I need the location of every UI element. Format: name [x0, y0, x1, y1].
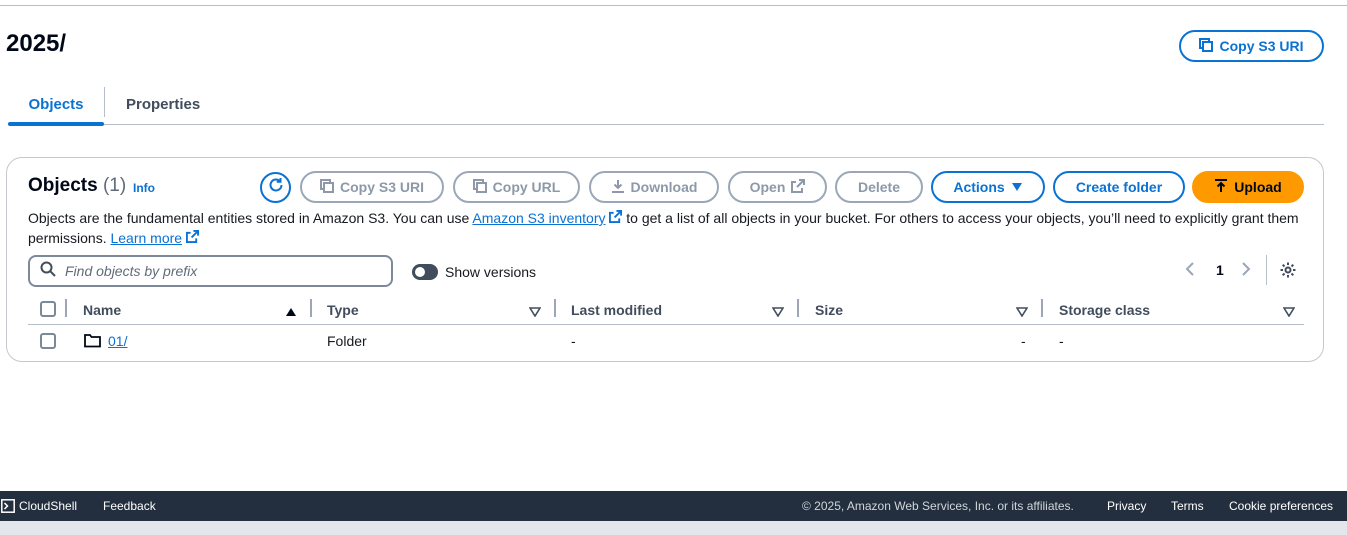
console-footer: CloudShell Feedback © 2025, Amazon Web S…: [0, 491, 1347, 521]
external-link-icon: [185, 230, 199, 246]
objects-description: Objects are the fundamental entities sto…: [28, 208, 1308, 248]
delete-label: Delete: [857, 179, 901, 195]
select-all-checkbox[interactable]: [40, 301, 56, 317]
privacy-link[interactable]: Privacy: [1107, 499, 1146, 513]
sort-icon[interactable]: [771, 304, 785, 322]
show-versions-toggle[interactable]: [412, 264, 438, 280]
delete-button[interactable]: Delete: [835, 171, 923, 203]
objects-count: (1): [102, 175, 127, 196]
objects-title: Objects: [28, 175, 98, 196]
page-title: 2025/: [6, 30, 67, 57]
folder-icon: [84, 333, 101, 353]
copy-url-button[interactable]: Copy URL: [453, 171, 580, 203]
terminal-icon: [1, 499, 15, 516]
open-label: Open: [749, 179, 786, 195]
row-size: -: [1021, 333, 1026, 349]
sort-icon[interactable]: [1015, 304, 1029, 322]
sort-icon[interactable]: [528, 304, 542, 322]
chevron-left-icon[interactable]: [1185, 260, 1195, 281]
sort-ascending-icon[interactable]: [285, 304, 297, 322]
copy-icon: [319, 178, 334, 196]
search-box: [28, 255, 393, 287]
copy-s3-uri-button[interactable]: Copy S3 URI: [1179, 30, 1324, 62]
external-link-icon: [609, 210, 623, 226]
pager-divider: [1266, 255, 1267, 285]
cookie-preferences-link[interactable]: Cookie preferences: [1229, 499, 1333, 513]
copyright-text: © 2025, Amazon Web Services, Inc. or its…: [802, 499, 1074, 513]
table-header: Name Type Last modified Size Storage cla…: [28, 297, 1304, 325]
create-folder-button[interactable]: Create folder: [1053, 171, 1185, 203]
show-versions-label: Show versions: [445, 264, 537, 280]
search-icon: [40, 261, 56, 282]
top-divider: [0, 5, 1347, 6]
folder-name-link[interactable]: 01/: [108, 333, 127, 349]
row-checkbox[interactable]: [40, 333, 56, 349]
feedback-link[interactable]: Feedback: [103, 499, 156, 513]
objects-heading: Objects (1): [28, 175, 126, 197]
chevron-right-icon[interactable]: [1241, 260, 1251, 281]
download-icon: [611, 179, 625, 196]
column-divider: [797, 299, 799, 317]
s3-inventory-link[interactable]: Amazon S3 inventory: [472, 210, 605, 226]
tab-bar: Objects Properties: [8, 84, 1324, 126]
os-taskbar: [0, 521, 1347, 535]
copy-s3-uri-label: Copy S3 URI: [339, 179, 424, 195]
objects-panel: Objects (1) Info Copy S3 URI Copy URL Do…: [6, 157, 1324, 362]
terms-link[interactable]: Terms: [1171, 499, 1204, 513]
upload-icon: [1214, 178, 1228, 196]
description-text: Objects are the fundamental entities sto…: [28, 210, 473, 226]
actions-label: Actions: [953, 179, 1005, 195]
download-label: Download: [630, 179, 698, 195]
refresh-icon: [267, 176, 285, 199]
column-divider: [554, 299, 556, 317]
download-button[interactable]: Download: [589, 171, 719, 203]
table-row[interactable]: 01/ Folder - - -: [28, 326, 1304, 358]
sort-icon[interactable]: [1282, 304, 1296, 322]
actions-dropdown[interactable]: Actions: [931, 171, 1045, 203]
upload-label: Upload: [1234, 179, 1282, 195]
caret-down-icon: [1011, 179, 1023, 195]
column-divider: [1041, 299, 1043, 317]
row-last-modified: -: [571, 333, 576, 349]
copy-s3-uri-label: Copy S3 URI: [1219, 38, 1304, 54]
learn-more-link[interactable]: Learn more: [110, 230, 182, 246]
search-input[interactable]: [65, 263, 365, 279]
tab-properties[interactable]: Properties: [126, 84, 200, 124]
cloudshell-link[interactable]: CloudShell: [19, 499, 77, 513]
copy-icon: [472, 178, 487, 196]
column-header-name[interactable]: Name: [83, 302, 121, 318]
row-storage-class: -: [1059, 333, 1064, 349]
copy-s3-uri-button-disabled[interactable]: Copy S3 URI: [300, 171, 444, 203]
gear-icon[interactable]: [1279, 261, 1297, 284]
tab-objects[interactable]: Objects: [8, 84, 104, 126]
info-link[interactable]: Info: [133, 181, 155, 195]
copy-icon: [1199, 37, 1214, 55]
tab-divider: [104, 87, 105, 117]
column-header-last-modified[interactable]: Last modified: [571, 302, 662, 318]
upload-button[interactable]: Upload: [1192, 171, 1304, 203]
column-header-size[interactable]: Size: [815, 302, 843, 318]
copy-url-label: Copy URL: [492, 179, 561, 195]
open-button[interactable]: Open: [728, 171, 827, 203]
refresh-button[interactable]: [260, 172, 291, 203]
page-number[interactable]: 1: [1216, 262, 1224, 278]
create-folder-label: Create folder: [1075, 179, 1163, 195]
column-divider: [65, 299, 67, 317]
external-link-icon: [791, 178, 806, 196]
column-header-storage-class[interactable]: Storage class: [1059, 302, 1150, 318]
column-divider: [310, 299, 312, 317]
column-header-type[interactable]: Type: [327, 302, 359, 318]
row-type: Folder: [327, 333, 367, 349]
